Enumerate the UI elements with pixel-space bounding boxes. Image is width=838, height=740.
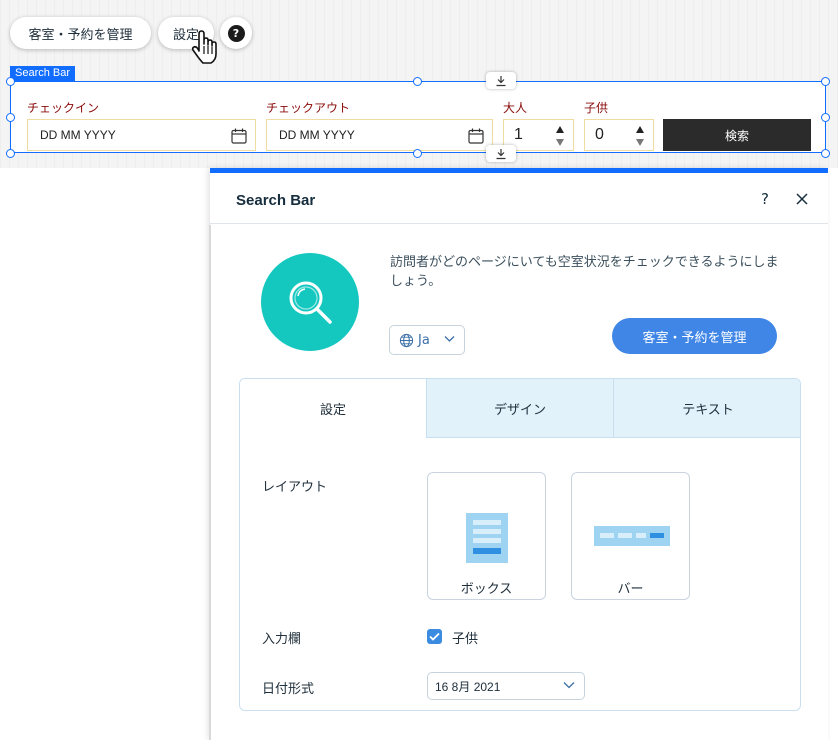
stretch-anchor-top-button[interactable] (486, 72, 516, 89)
search-button[interactable]: 検索 (663, 119, 811, 151)
resize-handle-bottom[interactable] (413, 149, 422, 158)
close-icon[interactable] (795, 192, 809, 206)
checkout-date-value: DD MM YYYY (279, 128, 355, 142)
stretch-anchor-bottom-button[interactable] (486, 145, 516, 162)
checkout-label: チェックアウト (266, 101, 351, 115)
search-icon (289, 281, 332, 324)
layout-option-box-label: ボックス (460, 582, 513, 597)
editor-canvas-right (828, 168, 838, 740)
date-format-dropdown[interactable]: 16 8月 2021 (427, 672, 585, 700)
children-field-label: 子供 (452, 632, 479, 647)
children-label: 子供 (584, 101, 609, 115)
download-arrow-icon (496, 148, 506, 159)
panel-title: Search Bar (236, 192, 316, 209)
input-fields-label: 入力欄 (262, 632, 302, 647)
date-format-label: 日付形式 (262, 682, 315, 697)
resize-handle-bottom-left[interactable] (6, 149, 15, 158)
resize-handle-left[interactable] (6, 113, 15, 122)
hand-cursor-icon (191, 30, 217, 64)
children-stepper[interactable]: 0 (584, 119, 654, 151)
tab-settings[interactable]: 設定 (240, 379, 426, 438)
stepper-arrows-icon[interactable] (635, 125, 645, 147)
tab-text[interactable]: テキスト (613, 379, 800, 438)
tab-design[interactable]: デザイン (426, 379, 613, 438)
help-icon: ? (227, 24, 245, 42)
stepper-arrows-icon[interactable] (555, 125, 565, 147)
app-description: 訪問者がどのページにいても空室状況をチェックできるようにしましょう。 (390, 255, 779, 289)
settings-panel: Search Bar ? 訪問者がどのページにいても空室状況をチェックできるよう… (210, 168, 828, 740)
children-value: 0 (595, 126, 604, 143)
globe-icon (399, 333, 414, 347)
box-layout-icon (466, 513, 508, 563)
checkin-date-field[interactable]: DD MM YYYY (27, 119, 256, 151)
checkin-date-value: DD MM YYYY (40, 128, 116, 142)
resize-handle-right[interactable] (821, 113, 830, 122)
download-arrow-icon (496, 75, 506, 86)
adults-value: 1 (514, 126, 523, 143)
chevron-down-icon (444, 336, 455, 342)
checkin-label: チェックイン (27, 101, 100, 115)
panel-header: Search Bar ? (210, 173, 828, 224)
settings-tabs-container: 設定 デザイン テキスト レイアウト ボックス バー 入力欄 子供 日付形式 1… (239, 378, 801, 711)
panel-help-button[interactable]: ? (761, 190, 769, 208)
checkout-date-field[interactable]: DD MM YYYY (266, 119, 493, 151)
resize-handle-top[interactable] (413, 77, 422, 86)
layout-option-bar-label: バー (617, 582, 644, 597)
language-value: Ja (418, 332, 430, 348)
layout-option-box[interactable]: ボックス (427, 472, 546, 600)
manage-rooms-bookings-button[interactable]: 客室・予約を管理 (612, 318, 777, 354)
checkmark-icon (429, 632, 440, 641)
calendar-icon (231, 128, 247, 144)
app-logo (261, 253, 359, 351)
layout-label: レイアウト (262, 480, 328, 495)
children-field-checkbox[interactable] (427, 629, 442, 644)
panel-left-border (209, 225, 211, 740)
manage-rooms-button[interactable]: 客室・予約を管理 (10, 17, 151, 49)
date-format-value: 16 8月 2021 (435, 679, 501, 694)
resize-handle-bottom-right[interactable] (821, 149, 830, 158)
component-name-tag: Search Bar (10, 66, 76, 81)
calendar-icon (468, 128, 484, 144)
resize-handle-top-right[interactable] (821, 77, 830, 86)
language-selector[interactable]: Ja (389, 325, 465, 355)
editor-canvas-lower (0, 168, 210, 740)
help-button[interactable]: ? (220, 17, 252, 49)
bar-layout-icon (594, 526, 670, 546)
layout-option-bar[interactable]: バー (571, 472, 690, 600)
chevron-down-icon (563, 682, 575, 689)
adults-label: 大人 (503, 101, 528, 115)
resize-handle-top-left[interactable] (6, 77, 15, 86)
